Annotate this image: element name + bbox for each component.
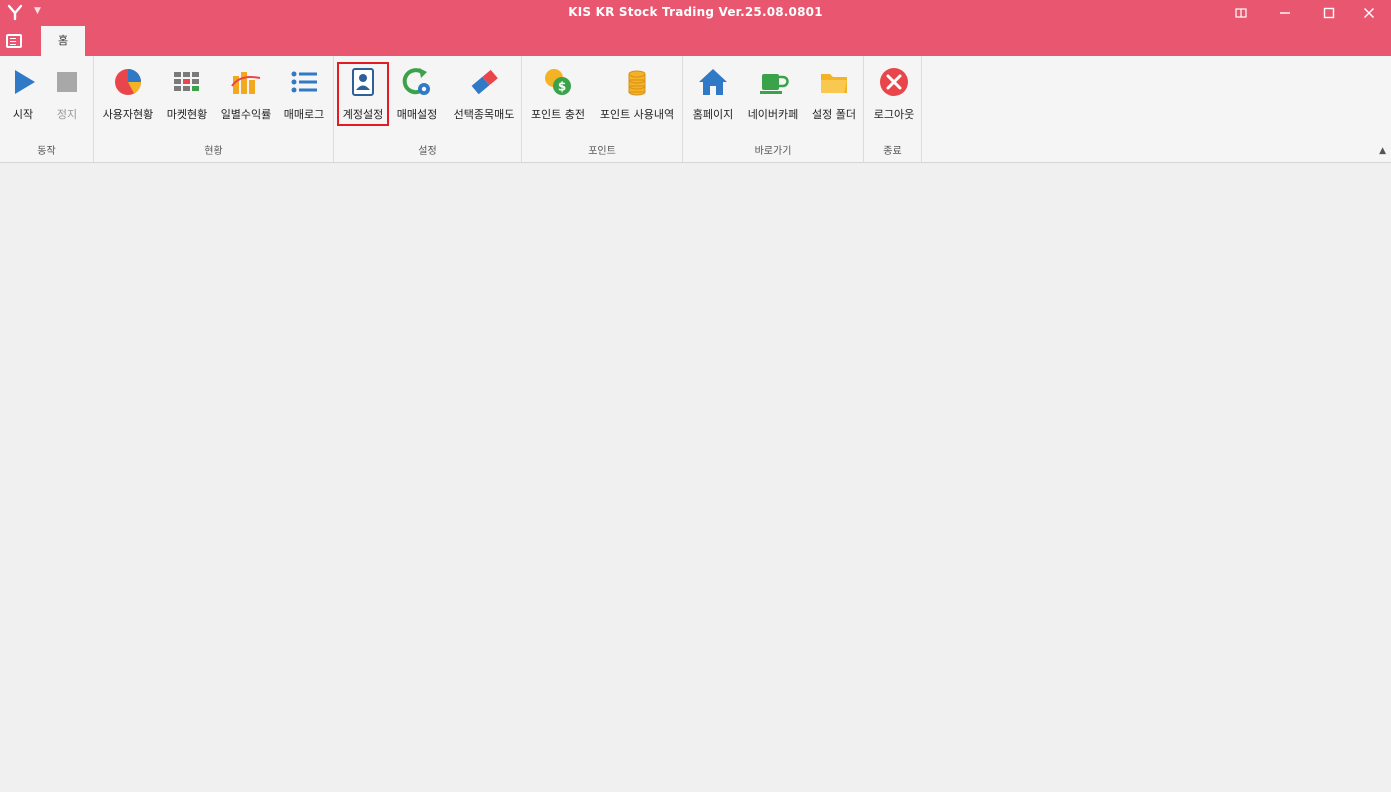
start-label: 시작 — [12, 108, 34, 121]
close-icon[interactable] — [1347, 0, 1391, 26]
sell-selected-label: 선택종목매도 — [453, 108, 515, 121]
stop-icon — [57, 72, 77, 92]
group-settings: 계정설정 매매설정 선택종목매도 설정 — [334, 56, 522, 162]
group-action: 시작 정지 동작 — [0, 56, 94, 162]
folder-icon — [821, 74, 847, 93]
app-menu-icon[interactable] — [6, 34, 22, 48]
homepage-label: 홈페이지 — [692, 108, 734, 121]
refresh-gear-icon — [402, 68, 430, 95]
stop-button[interactable]: 정지 — [46, 62, 88, 126]
account-settings-button[interactable]: 계정설정 — [337, 62, 389, 126]
group-label-point: 포인트 — [588, 146, 616, 157]
stop-label: 정지 — [56, 108, 78, 121]
market-status-button[interactable]: 마켓현황 — [162, 62, 212, 126]
pie-chart-icon — [115, 69, 141, 95]
title-bar: ▼ KIS KR Stock Trading Ver.25.08.0801 — [0, 0, 1391, 26]
group-label-shortcut: 바로가기 — [754, 146, 792, 157]
coins-dollar-icon: $ — [545, 69, 571, 95]
settings-folder-button[interactable]: 설정 폴더 — [807, 62, 861, 126]
ribbon-toolbar: 시작 정지 동작 사용자현황 마켓현황 일별수익률 매매로그 현황 계정설정 매… — [0, 56, 1391, 163]
homepage-button[interactable]: 홈페이지 — [687, 62, 739, 126]
play-icon — [15, 70, 35, 94]
logout-icon — [880, 68, 908, 96]
group-label-exit: 종료 — [883, 146, 902, 157]
trade-settings-label: 매매설정 — [396, 108, 438, 121]
sell-selected-button[interactable]: 선택종목매도 — [448, 62, 520, 126]
group-status: 사용자현황 마켓현황 일별수익률 매매로그 현황 — [94, 56, 334, 162]
point-charge-button[interactable]: $ 포인트 충전 — [528, 62, 588, 126]
naver-cafe-label: 네이버카페 — [747, 108, 799, 121]
user-status-label: 사용자현황 — [102, 108, 154, 121]
eraser-icon — [471, 69, 498, 95]
point-history-label: 포인트 사용내역 — [599, 108, 675, 121]
account-icon — [352, 68, 374, 96]
cup-icon — [760, 74, 789, 94]
point-charge-label: 포인트 충전 — [530, 108, 586, 121]
bar-chart-icon — [231, 72, 261, 94]
trade-log-label: 매매로그 — [283, 108, 325, 121]
group-exit: 로그아웃 종료 — [864, 56, 922, 162]
group-label-status: 현황 — [204, 146, 223, 157]
trade-log-button[interactable]: 매매로그 — [278, 62, 330, 126]
group-label-action: 동작 — [37, 146, 56, 157]
tab-home[interactable]: 홈 — [41, 26, 85, 56]
start-button[interactable]: 시작 — [2, 62, 44, 126]
logout-button[interactable]: 로그아웃 — [868, 62, 920, 126]
naver-cafe-button[interactable]: 네이버카페 — [743, 62, 803, 126]
window-title: KIS KR Stock Trading Ver.25.08.0801 — [568, 5, 823, 19]
home-icon — [699, 69, 727, 95]
maximize-icon[interactable] — [1307, 0, 1351, 26]
restore-icon[interactable] — [1219, 0, 1263, 26]
svg-text:$: $ — [558, 80, 566, 94]
ribbon-tab-strip: 홈 — [0, 26, 1391, 56]
group-shortcut: 홈페이지 네이버카페 설정 폴더 바로가기 — [683, 56, 864, 162]
logout-label: 로그아웃 — [873, 108, 915, 121]
ribbon-collapse-icon[interactable]: ▲ — [1379, 146, 1386, 156]
market-status-label: 마켓현황 — [166, 108, 208, 121]
daily-return-label: 일별수익률 — [220, 108, 272, 121]
group-point: $ 포인트 충전 포인트 사용내역 포인트 — [522, 56, 683, 162]
daily-return-button[interactable]: 일별수익률 — [216, 62, 276, 126]
grid-icon — [174, 72, 199, 91]
list-icon — [291, 71, 317, 93]
settings-folder-label: 설정 폴더 — [812, 108, 856, 121]
coin-stack-icon — [628, 70, 646, 96]
account-settings-label: 계정설정 — [342, 108, 384, 121]
user-status-button[interactable]: 사용자현황 — [98, 62, 158, 126]
minimize-icon[interactable] — [1263, 0, 1307, 26]
point-history-button[interactable]: 포인트 사용내역 — [596, 62, 678, 126]
group-label-settings: 설정 — [418, 146, 437, 157]
trade-settings-button[interactable]: 매매설정 — [392, 62, 442, 126]
